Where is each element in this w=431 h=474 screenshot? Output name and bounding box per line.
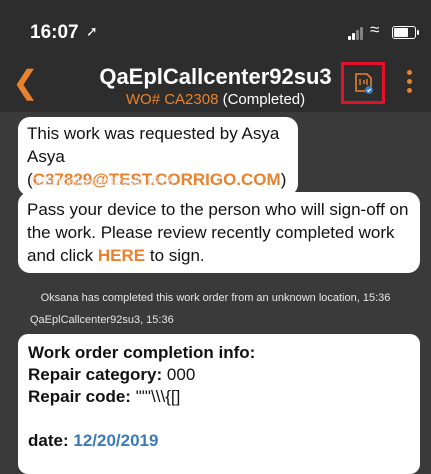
sign-here-link[interactable]: HERE (98, 246, 145, 265)
more-options-button[interactable] (407, 70, 415, 97)
date-row: date: 12/20/2019 (28, 431, 159, 450)
cellular-signal-icon (348, 26, 368, 40)
sign-off-button[interactable] (341, 62, 385, 104)
message-meta: QaEplCallcenter92su3, 15:36 (30, 176, 174, 188)
message-bubble-sign: Pass your device to the person who will … (18, 192, 420, 273)
work-order-number: WO# CA2308 (125, 91, 219, 108)
work-order-status: (Completed) (222, 91, 306, 108)
location-arrow-icon: ➚ (86, 23, 98, 39)
message-text: to sign. (149, 246, 205, 265)
repair-code-row: Repair code: ""'\\\{[] (28, 387, 181, 406)
message-text: This work was requested by Asya Asya (27, 124, 280, 166)
wifi-icon: ≈ (370, 20, 380, 39)
completion-heading: Work order completion info: (28, 343, 256, 362)
battery-icon (392, 26, 419, 39)
message-bubble-completion-info: Work order completion info: Repair categ… (18, 334, 420, 474)
message-text: Pass your device to the person who will … (27, 200, 409, 265)
vertical-ellipsis-icon (407, 70, 412, 75)
status-time: 16:07 (30, 22, 79, 43)
date-link[interactable]: 12/20/2019 (73, 431, 158, 450)
document-signature-icon (355, 73, 373, 94)
repair-category-row: Repair category: 000 (28, 365, 196, 384)
system-note: Oksana has completed this work order fro… (40, 292, 391, 304)
message-meta: QaEplCallcenter92su3, 15:36 (30, 314, 174, 326)
nav-header: ❮ QaEplCallcenter92su3 WO# CA2308 (Compl… (0, 60, 431, 112)
status-bar: 16:07 ➚ ≈ (0, 0, 431, 60)
